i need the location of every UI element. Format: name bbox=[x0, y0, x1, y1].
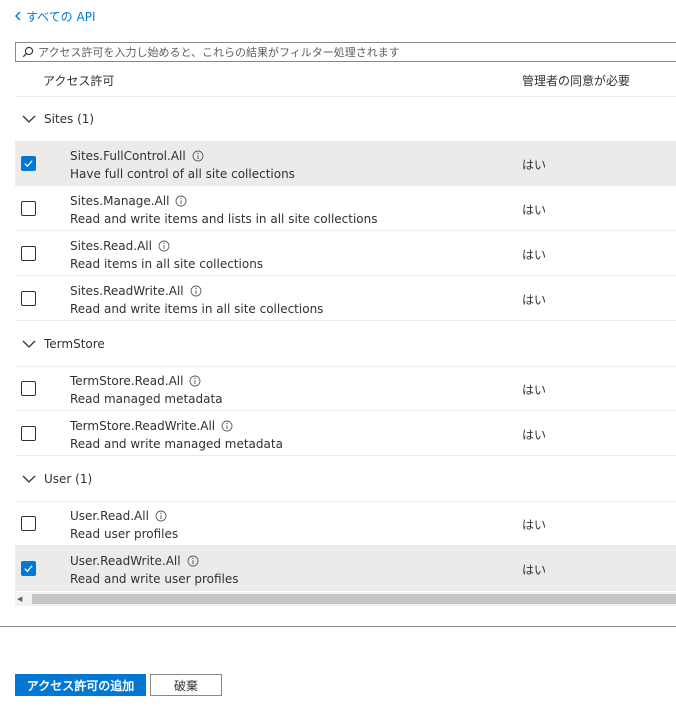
group-header[interactable]: User (1) bbox=[15, 456, 676, 502]
info-icon[interactable] bbox=[187, 555, 199, 567]
permission-row[interactable]: User.Read.All Read user profiles はい bbox=[15, 501, 676, 546]
info-icon[interactable] bbox=[190, 285, 202, 297]
group-label: TermStore bbox=[44, 336, 105, 351]
chevron-down-icon bbox=[22, 115, 36, 123]
permission-checkbox[interactable] bbox=[21, 291, 36, 306]
permission-name-wrap: User.Read.All bbox=[70, 509, 167, 523]
permission-name-wrap: Sites.FullControl.All bbox=[70, 149, 204, 163]
permission-name: Sites.ReadWrite.All bbox=[70, 284, 184, 298]
admin-consent-value: はい bbox=[522, 563, 547, 577]
info-icon[interactable] bbox=[158, 240, 170, 252]
info-icon[interactable] bbox=[192, 150, 204, 162]
permission-name: User.Read.All bbox=[70, 509, 149, 523]
permission-description: Read and write items in all site collect… bbox=[70, 302, 324, 316]
info-icon[interactable] bbox=[155, 510, 167, 522]
scroll-left-arrow-icon[interactable]: ◀ bbox=[17, 595, 22, 603]
admin-consent-value: はい bbox=[522, 293, 547, 307]
horizontal-scrollbar[interactable]: ◀ bbox=[15, 592, 676, 606]
info-icon[interactable] bbox=[175, 195, 187, 207]
permission-row[interactable]: TermStore.Read.All Read managed metadata は… bbox=[15, 366, 676, 411]
permission-filter-box[interactable] bbox=[15, 42, 676, 62]
permission-name-wrap: Sites.ReadWrite.All bbox=[70, 284, 202, 298]
permission-name: Sites.Read.All bbox=[70, 239, 152, 253]
column-header-permission: アクセス許可 bbox=[43, 74, 115, 88]
permission-checkbox[interactable] bbox=[21, 201, 36, 216]
group-header[interactable]: Sites (1) bbox=[15, 96, 676, 142]
permission-row[interactable]: Sites.Manage.All Read and write items and… bbox=[15, 186, 676, 231]
permission-name-wrap: TermStore.ReadWrite.All bbox=[70, 419, 233, 433]
permission-checkbox[interactable] bbox=[21, 156, 36, 171]
admin-consent-value: はい bbox=[522, 203, 547, 217]
permission-description: Read and write user profiles bbox=[70, 572, 239, 586]
back-to-all-apis-link[interactable]: すべての API bbox=[14, 8, 95, 25]
permission-name: TermStore.ReadWrite.All bbox=[70, 419, 216, 433]
permission-checkbox[interactable] bbox=[21, 381, 36, 396]
column-header-admin-consent: 管理者の同意が必要 bbox=[522, 74, 631, 88]
permission-name: Sites.Manage.All bbox=[70, 194, 170, 208]
permission-name-wrap: Sites.Read.All bbox=[70, 239, 170, 253]
permission-row[interactable]: Sites.ReadWrite.All Read and write items … bbox=[15, 276, 676, 321]
permission-description: Read and write items and lists in all si… bbox=[70, 212, 378, 226]
permission-checkbox[interactable] bbox=[21, 246, 36, 261]
permission-name: Sites.FullControl.All bbox=[70, 149, 186, 163]
info-icon[interactable] bbox=[189, 375, 201, 387]
permission-checkbox[interactable] bbox=[21, 426, 36, 441]
permission-name-wrap: TermStore.Read.All bbox=[70, 374, 201, 388]
chevron-down-icon bbox=[22, 475, 36, 483]
chevron-left-icon bbox=[14, 10, 22, 24]
scrollbar-thumb[interactable] bbox=[32, 594, 676, 604]
permission-description: Read user profiles bbox=[70, 527, 179, 541]
admin-consent-value: はい bbox=[522, 518, 547, 532]
permission-row[interactable]: TermStore.ReadWrite.All Read and write ma… bbox=[15, 411, 676, 456]
permission-filter-input[interactable] bbox=[38, 44, 676, 60]
permission-checkbox[interactable] bbox=[21, 516, 36, 531]
group-header[interactable]: TermStore bbox=[15, 321, 676, 367]
permission-name: TermStore.Read.All bbox=[70, 374, 184, 388]
permission-description: Read managed metadata bbox=[70, 392, 223, 406]
admin-consent-value: はい bbox=[522, 383, 547, 397]
permission-name-wrap: Sites.Manage.All bbox=[70, 194, 187, 208]
admin-consent-value: はい bbox=[522, 428, 547, 442]
permission-description: Read items in all site collections bbox=[70, 257, 264, 271]
footer-divider bbox=[0, 626, 676, 627]
info-icon[interactable] bbox=[221, 420, 233, 432]
permission-name: User.ReadWrite.All bbox=[70, 554, 181, 568]
chevron-down-icon bbox=[22, 340, 36, 348]
permission-row[interactable]: Sites.FullControl.All Have full control o… bbox=[15, 141, 676, 186]
search-icon bbox=[22, 46, 34, 58]
add-permissions-button[interactable]: アクセス許可の追加 bbox=[15, 674, 146, 696]
group-label: Sites (1) bbox=[44, 111, 95, 126]
admin-consent-value: はい bbox=[522, 248, 547, 262]
permission-row[interactable]: User.ReadWrite.All Read and write user pr… bbox=[15, 546, 676, 591]
permission-row[interactable]: Sites.Read.All Read items in all site col… bbox=[15, 231, 676, 276]
permission-name-wrap: User.ReadWrite.All bbox=[70, 554, 199, 568]
group-label: User (1) bbox=[44, 471, 93, 486]
permission-description: Read and write managed metadata bbox=[70, 437, 283, 451]
discard-button[interactable]: 破棄 bbox=[150, 674, 222, 696]
permissions-table-header: アクセス許可 管理者の同意が必要 bbox=[15, 62, 676, 97]
permission-description: Have full control of all site collection… bbox=[70, 167, 295, 181]
permission-checkbox[interactable] bbox=[21, 561, 36, 576]
admin-consent-value: はい bbox=[522, 158, 547, 172]
back-link-label: すべての API bbox=[26, 10, 96, 24]
